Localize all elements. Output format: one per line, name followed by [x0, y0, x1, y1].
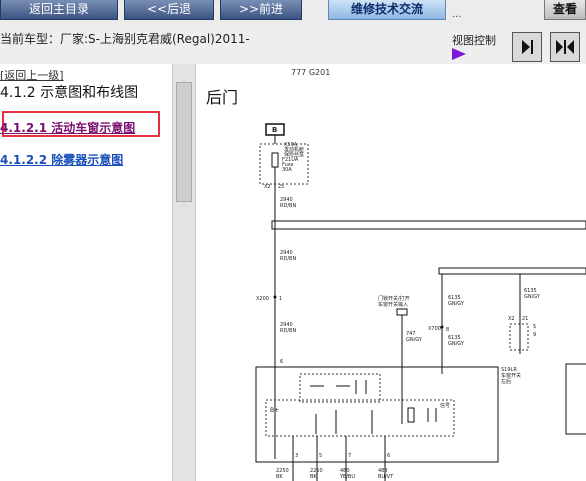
x2b-label: X2	[508, 316, 515, 322]
arrow-right-bar-icon	[522, 40, 533, 54]
tech-exchange-button[interactable]: 维修技术交流	[328, 0, 446, 20]
view-partial-button[interactable]: 查看	[544, 0, 586, 20]
bw2-color: BK	[310, 474, 317, 480]
sidebar-item-window-schematic[interactable]: 4.1.2.1 活动车窗示意图	[0, 119, 135, 136]
w8-color: GN/GY	[524, 294, 541, 300]
w7-color: GN/GY	[448, 341, 465, 347]
input-connector	[396, 308, 408, 316]
w6-color: GN/GY	[448, 301, 465, 307]
x200-label: X200	[256, 296, 269, 302]
fuse-box-id: B	[272, 126, 277, 134]
diagram-panel: 777 G201 后门 B X50A 发动机舱 保险丝盒 F21UA Fuse …	[196, 64, 586, 481]
switch-block	[509, 323, 529, 351]
w2-color: RD/BN	[280, 256, 296, 262]
wiring-diagram: B X50A 发动机舱 保险丝盒 F21UA Fuse 30A X2 25 29…	[255, 123, 586, 481]
next-button[interactable]: >>前进	[220, 0, 302, 20]
switch-cluster	[299, 373, 381, 403]
pin8: 8	[446, 327, 449, 333]
sidebar-scrollbar[interactable]	[172, 64, 196, 481]
module-pin6: 6	[280, 359, 283, 365]
next-label: >>前进	[238, 2, 284, 16]
internal-circuit	[265, 399, 455, 437]
view-control-label: 视图控制	[452, 34, 496, 47]
car-info-bar: 当前车型：厂家:S-上海别克君威(Regal)2011- 视图控制	[0, 24, 586, 64]
module-name1: 车窗开关	[501, 372, 521, 379]
module-name2: 左后	[501, 378, 511, 385]
signal-label: 信号	[440, 402, 450, 409]
pin1: 1	[279, 296, 282, 302]
w3-color: RD/BN	[280, 328, 296, 334]
fuse-amp: 30A	[282, 167, 292, 173]
window-switch-module	[255, 366, 499, 463]
back-to-main-label: 返回主目录	[28, 2, 89, 16]
w1-color: RD/BN	[280, 203, 296, 209]
prev-label: <<后退	[146, 2, 192, 16]
bot-pin5: 5	[319, 453, 322, 459]
sidebar-item-defogger-schematic[interactable]: 4.1.2.2 除雾器示意图	[0, 151, 123, 168]
back-to-main-button[interactable]: 返回主目录	[0, 0, 118, 20]
collapse-sidebar-button[interactable]	[512, 32, 542, 62]
pin5: 5	[533, 324, 536, 330]
bot-pin6: 6	[387, 453, 390, 459]
bus-bar	[271, 220, 586, 230]
section-title: 4.1.2 示意图和布线图	[0, 85, 139, 101]
more-link[interactable]: ...	[452, 9, 462, 20]
bot-pin3: 3	[295, 453, 298, 459]
bw4-color: BU/VT	[378, 474, 394, 480]
x700-label: X700	[428, 326, 441, 332]
w4-note2: 车窗开关输入	[378, 301, 408, 308]
view-partial-label: 查看	[552, 2, 577, 16]
car-type-text: 当前车型：厂家:S-上海别克君威(Regal)2011-	[0, 32, 250, 46]
sidebar: [返回上一级] 4.1.2 示意图和布线图 4.1.2.1 活动车窗示意图 4.…	[0, 64, 172, 481]
conn-pin25: 25	[278, 184, 284, 190]
top-toolbar: 返回主目录 <<后退 >>前进 维修技术交流 ... 查看	[0, 0, 586, 24]
bw1-color: BK	[276, 474, 283, 480]
tech-exchange-label: 维修技术交流	[350, 2, 423, 16]
w5-color: GN/GY	[406, 337, 423, 343]
fuse-icon	[271, 152, 279, 168]
bplus-label: B+	[270, 407, 279, 414]
scrollbar-thumb[interactable]	[176, 82, 192, 202]
second-bus-bar	[438, 267, 586, 275]
conn-x2: X2	[264, 184, 271, 190]
back-up-link[interactable]: [返回上一级]	[0, 67, 64, 83]
adjacent-module	[565, 363, 586, 435]
pin21: 21	[522, 316, 528, 322]
play-triangle-icon[interactable]	[452, 48, 466, 60]
bot-pin7: 7	[348, 453, 351, 459]
w4-note1: 门锁开关/打开	[378, 295, 410, 302]
bw3-color: YE/BU	[339, 474, 355, 480]
prev-button[interactable]: <<后退	[124, 0, 214, 20]
expand-view-button[interactable]	[550, 32, 580, 62]
split-arrows-icon	[556, 40, 574, 54]
pin9: 9	[533, 332, 536, 338]
